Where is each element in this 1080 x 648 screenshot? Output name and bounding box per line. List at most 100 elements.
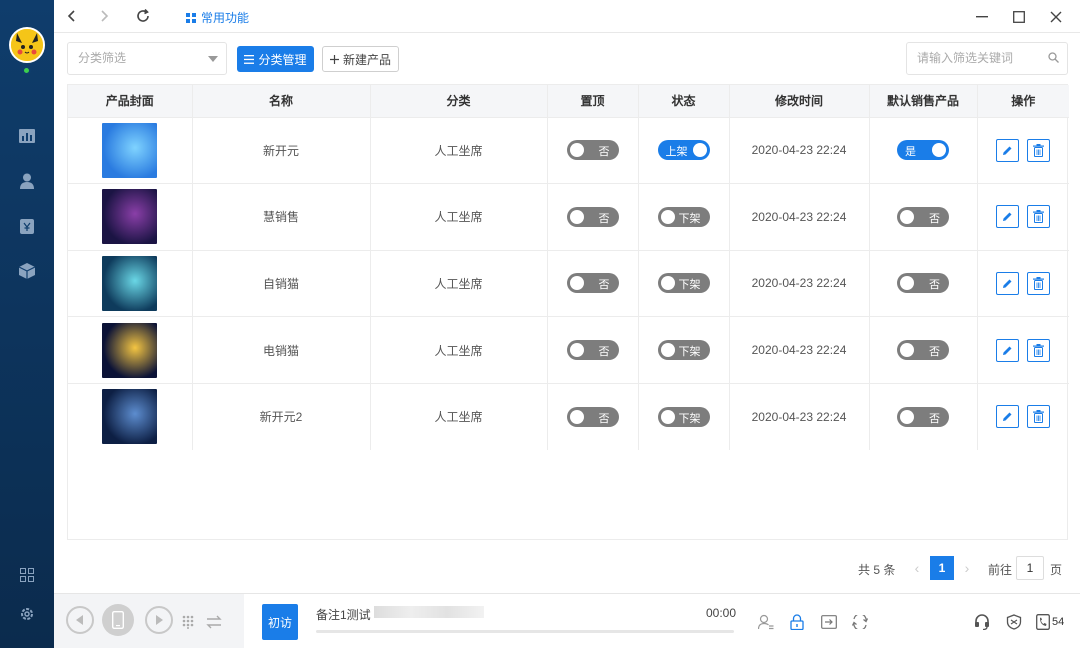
modified-time-cell: 2020-04-23 22:24 <box>729 183 870 251</box>
message-count[interactable]: 54 <box>1036 612 1070 632</box>
pagination-unit-label: 页 <box>1050 563 1063 577</box>
toggle-knob <box>569 276 584 291</box>
delete-button[interactable] <box>1027 405 1051 429</box>
sidebar-item-settings[interactable] <box>17 604 37 624</box>
tab-common-functions[interactable]: 常用功能 <box>186 9 249 26</box>
default-toggle[interactable]: 否 <box>897 340 949 361</box>
delete-button[interactable] <box>1027 338 1051 362</box>
search-icon[interactable] <box>1048 52 1059 63</box>
delete-button[interactable] <box>1027 205 1051 229</box>
contact-button[interactable] <box>756 612 776 632</box>
sidebar-item-customers[interactable] <box>17 171 37 191</box>
minimize-button[interactable] <box>972 7 992 27</box>
new-product-label: 新建产品 <box>342 52 391 67</box>
refresh-icon <box>137 9 149 22</box>
status-toggle[interactable]: 下架 <box>657 206 710 227</box>
gear-icon <box>21 608 33 620</box>
edit-button[interactable] <box>996 271 1020 295</box>
sidebar-item-products[interactable] <box>17 261 37 281</box>
pin-toggle[interactable]: 否 <box>566 140 619 161</box>
cube-icon <box>19 263 35 279</box>
status-toggle[interactable]: 上架 <box>657 140 710 161</box>
edit-button[interactable] <box>996 138 1020 162</box>
prev-call-button[interactable] <box>66 606 94 634</box>
default-toggle[interactable]: 否 <box>897 273 949 294</box>
table-header-row: 产品封面 名称 分类 置顶 状态 修改时间 默认销售产品 操作 <box>68 85 1069 117</box>
lock-button[interactable] <box>787 612 807 632</box>
next-call-button[interactable] <box>145 606 173 634</box>
prev-page-button[interactable]: ‹ <box>906 556 928 580</box>
titlebar: 常用功能 <box>54 0 1080 33</box>
next-page-button[interactable]: › <box>956 556 978 580</box>
minimize-icon <box>976 16 988 18</box>
triangle-left-icon <box>76 615 83 625</box>
first-visit-button[interactable]: 初访 <box>262 604 298 640</box>
toggle-knob <box>660 343 675 358</box>
maximize-button[interactable] <box>1009 7 1029 27</box>
edit-button[interactable] <box>996 205 1020 229</box>
status-toggle[interactable]: 下架 <box>657 340 710 361</box>
column-header-default: 默认销售产品 <box>869 85 978 117</box>
edit-button[interactable] <box>996 338 1020 362</box>
toggle-label: 下架 <box>678 412 701 425</box>
sidebar-item-apps[interactable] <box>17 565 37 585</box>
shield-icon <box>1006 614 1022 630</box>
new-product-button[interactable]: 新建产品 <box>322 46 399 72</box>
cover-cell <box>68 382 193 450</box>
status-toggle[interactable]: 下架 <box>657 406 710 427</box>
transfer-button[interactable] <box>204 612 224 632</box>
pin-toggle[interactable]: 否 <box>566 340 619 361</box>
category-manage-button[interactable]: 分类管理 <box>237 46 314 72</box>
search-placeholder: 请输入筛选关键词 <box>917 51 1014 65</box>
delete-button[interactable] <box>1027 271 1051 295</box>
pencil-icon <box>1003 346 1012 355</box>
close-button[interactable] <box>1046 7 1066 27</box>
product-cover-image <box>102 255 158 311</box>
status-cell: 下架 <box>638 183 730 251</box>
call-progress-bar <box>316 630 734 633</box>
back-button[interactable] <box>62 7 80 25</box>
main-content: 常用功能 分类筛选 分类管理 新建产品 请输入筛选关键词 产品封面 名称 分类 … <box>54 0 1080 648</box>
chevron-right-icon <box>101 10 109 22</box>
status-toggle[interactable]: 下架 <box>657 273 710 294</box>
pin-cell: 否 <box>547 183 639 251</box>
delete-button[interactable] <box>1027 138 1051 162</box>
product-cover-image <box>102 389 158 445</box>
refresh-button[interactable] <box>134 7 152 25</box>
default-toggle[interactable]: 否 <box>897 406 949 427</box>
modified-time-cell: 2020-04-23 22:24 <box>729 316 870 384</box>
dialpad-button[interactable] <box>178 612 198 632</box>
status-cell: 上架 <box>638 116 730 184</box>
toggle-label: 否 <box>929 346 940 359</box>
toggle-knob <box>660 409 675 424</box>
forward-button[interactable] <box>96 7 114 25</box>
toggle-label: 否 <box>929 279 940 292</box>
toggle-label: 上架 <box>665 146 688 159</box>
sidebar-item-stats[interactable] <box>17 126 37 146</box>
default-toggle[interactable]: 是 <box>897 140 949 161</box>
pagination-goto-input[interactable]: 1 <box>1016 556 1044 580</box>
export-button[interactable] <box>819 612 839 632</box>
noise-cancel-button[interactable] <box>1004 612 1024 632</box>
table-row: 新开元2 人工坐席 否 下架 2020-04-23 22:24 否 <box>68 382 1069 450</box>
user-avatar[interactable] <box>9 27 45 63</box>
category-filter-placeholder: 分类筛选 <box>78 51 127 65</box>
toolbar: 分类筛选 分类管理 新建产品 请输入筛选关键词 <box>54 33 1080 83</box>
default-toggle[interactable]: 否 <box>897 206 949 227</box>
category-filter-select[interactable]: 分类筛选 <box>67 42 227 75</box>
pin-toggle[interactable]: 否 <box>566 406 619 427</box>
sidebar-item-finance[interactable] <box>17 216 37 236</box>
table-row: 慧销售 人工坐席 否 下架 2020-04-23 22:24 否 <box>68 183 1069 251</box>
pin-toggle[interactable]: 否 <box>566 273 619 294</box>
page-number-current[interactable]: 1 <box>930 556 954 580</box>
grid-icon <box>20 568 34 582</box>
edit-button[interactable] <box>996 405 1020 429</box>
toggle-knob <box>900 209 914 224</box>
keyword-search-input[interactable]: 请输入筛选关键词 <box>906 42 1068 75</box>
column-header-actions: 操作 <box>977 85 1069 117</box>
pin-toggle[interactable]: 否 <box>566 206 619 227</box>
phone-button[interactable] <box>102 604 134 636</box>
callback-button[interactable] <box>850 612 870 632</box>
toggle-knob <box>569 209 584 224</box>
headset-button[interactable] <box>972 612 992 632</box>
